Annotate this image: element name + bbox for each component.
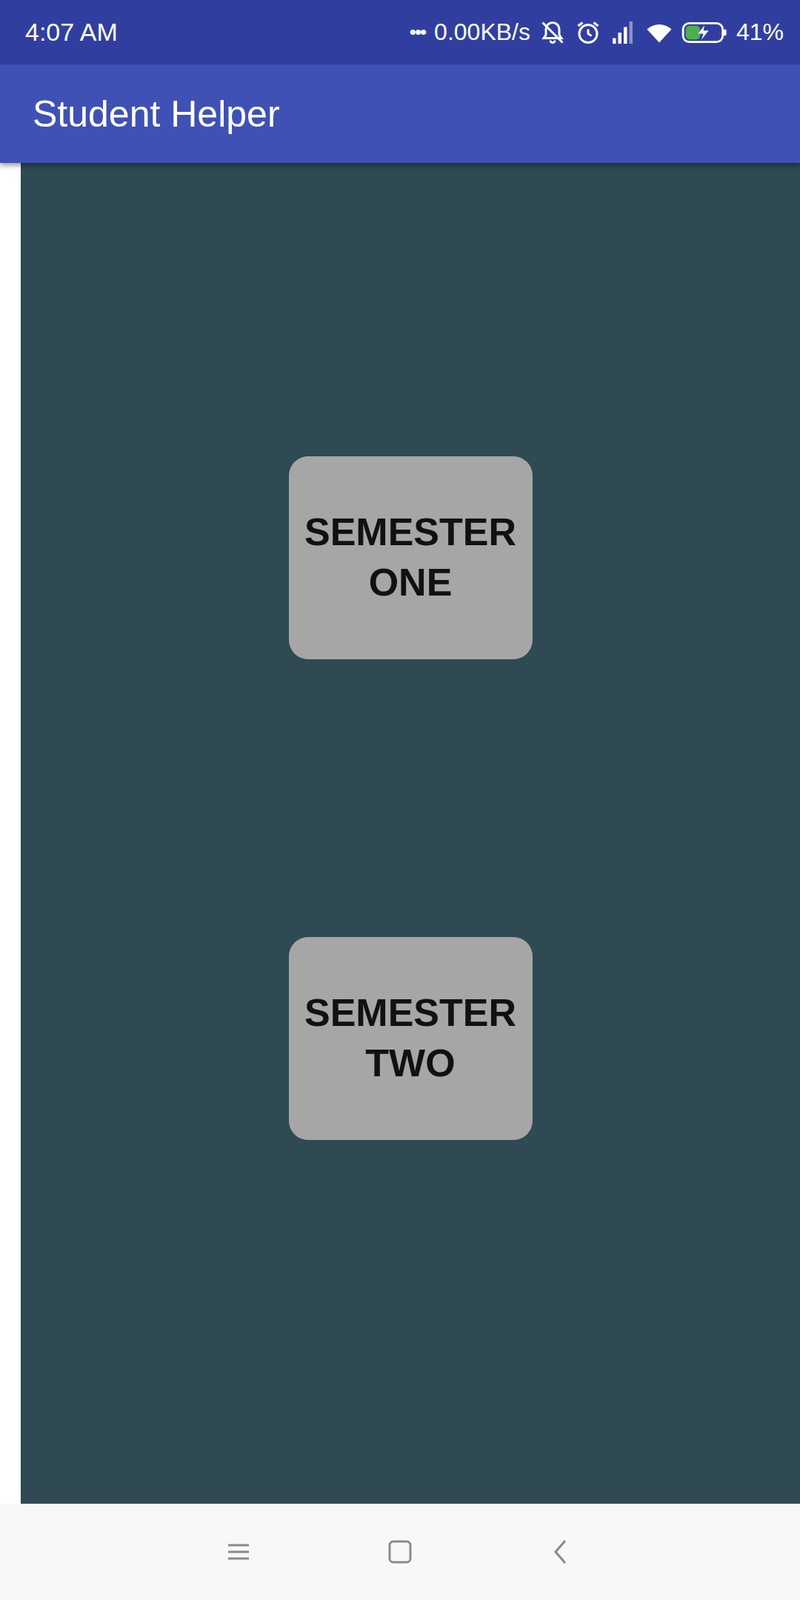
screen: 4:07 AM ••• 0.00KB/s 41% Student Helper SEMES… (0, 0, 800, 1600)
app-title: Student Helper (32, 92, 280, 136)
semester-button[interactable]: SEMESTER ONE (288, 456, 533, 660)
more-notifications-icon: ••• (409, 20, 426, 44)
semester-button[interactable]: SEMESTER TWO (288, 937, 533, 1140)
wifi-icon (645, 19, 673, 46)
menu-icon[interactable] (223, 1537, 254, 1567)
status-icons: ••• 0.00KB/s 41% (409, 18, 784, 46)
network-speed: 0.00KB/s (434, 18, 531, 46)
bell-off-icon (539, 19, 566, 46)
battery-icon (681, 20, 728, 45)
blueprint-background: SEMESTER ONE SEMESTER TWO (20, 162, 800, 1504)
back-icon[interactable] (546, 1537, 577, 1567)
signal-icon (610, 19, 638, 46)
navigation-bar (0, 1503, 800, 1600)
home-icon[interactable] (385, 1537, 415, 1567)
status-bar: 4:07 AM ••• 0.00KB/s 41% (0, 0, 800, 65)
app-bar: Student Helper (0, 64, 800, 163)
status-time: 4:07 AM (25, 17, 118, 47)
alarm-icon (574, 19, 602, 46)
battery-reading: 41% (736, 18, 784, 46)
